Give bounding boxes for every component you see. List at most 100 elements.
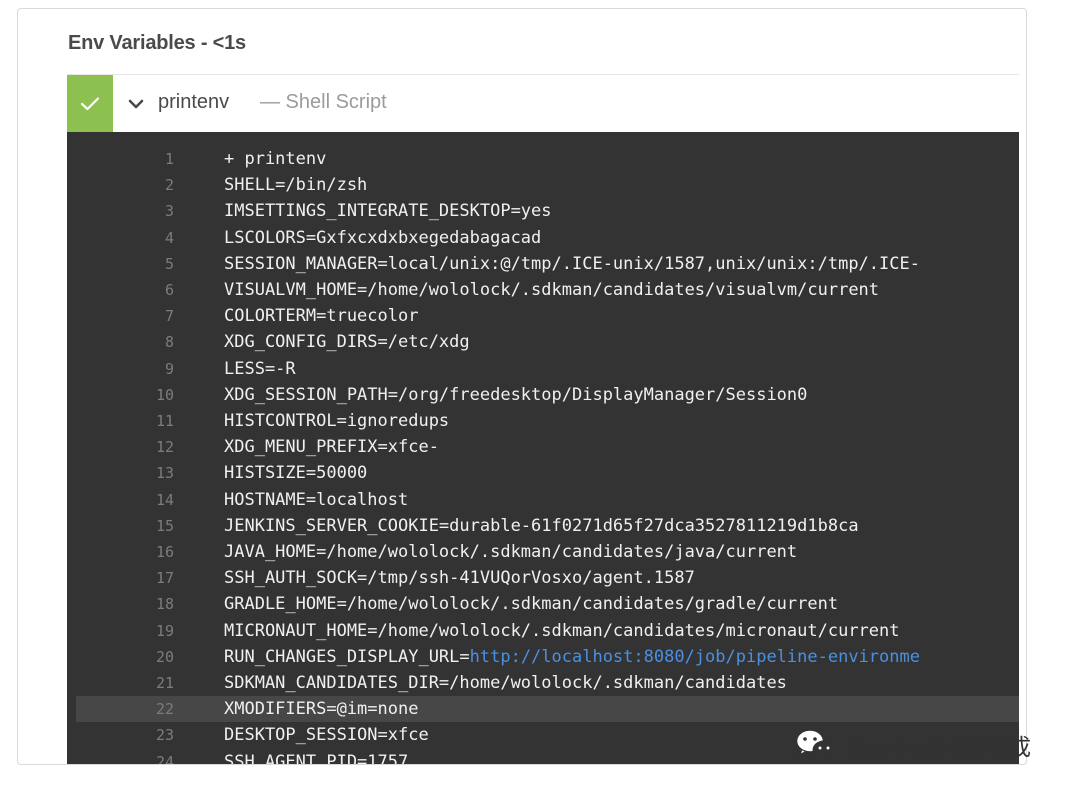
line-number[interactable]: 4: [142, 225, 174, 251]
log-line: 10 XDG_SESSION_PATH=/org/freedesktop/Disp…: [67, 382, 1019, 408]
line-number[interactable]: 11: [142, 408, 174, 434]
log-line: 8 XDG_CONFIG_DIRS=/etc/xdg: [67, 329, 1019, 355]
log-text: IMSETTINGS_INTEGRATE_DESKTOP=yes: [224, 198, 552, 224]
line-number[interactable]: 3: [142, 198, 174, 224]
log-text-value: GRADLE_HOME=/home/wololock/.sdkman/candi…: [224, 594, 839, 615]
log-text: JAVA_HOME=/home/wololock/.sdkman/candida…: [224, 539, 797, 565]
step-name: printenv: [158, 91, 230, 113]
log-text-value: JENKINS_SERVER_COOKIE=durable-61f0271d65…: [224, 515, 859, 536]
log-text: HISTCONTROL=ignoredups: [224, 408, 449, 434]
log-line: 11 HISTCONTROL=ignoredups: [67, 408, 1019, 434]
log-text: GRADLE_HOME=/home/wololock/.sdkman/candi…: [224, 591, 838, 617]
line-number[interactable]: 24: [142, 749, 174, 764]
line-number[interactable]: 9: [142, 356, 174, 382]
check-icon: [80, 97, 100, 111]
log-text: HOSTNAME=localhost: [224, 487, 408, 513]
log-line: 19 MICRONAUT_HOME=/home/wololock/.sdkman/…: [67, 618, 1019, 644]
line-number[interactable]: 1: [142, 146, 174, 172]
log-line: 16 JAVA_HOME=/home/wololock/.sdkman/candi…: [67, 539, 1019, 565]
log-text-value: SESSION_MANAGER=local/unix:@/tmp/.ICE-un…: [224, 253, 920, 274]
status-success-badge: [67, 75, 113, 133]
line-number[interactable]: 23: [142, 722, 174, 748]
log-line: 2 SHELL=/bin/zsh: [67, 172, 1019, 198]
line-number[interactable]: 22: [142, 696, 174, 722]
log-line: 4 LSCOLORS=Gxfxcxdxbxegedabagacad: [67, 225, 1019, 251]
line-number[interactable]: 2: [142, 172, 174, 198]
log-text: MICRONAUT_HOME=/home/wololock/.sdkman/ca…: [224, 618, 900, 644]
line-number[interactable]: 7: [142, 303, 174, 329]
line-number[interactable]: 20: [142, 644, 174, 670]
line-number[interactable]: 13: [142, 460, 174, 486]
line-number[interactable]: 14: [142, 487, 174, 513]
log-text-value: SSH_AGENT_PID=1757: [224, 751, 409, 765]
log-text-value: HISTSIZE=50000: [224, 463, 368, 484]
log-text: SSH_AGENT_PID=1757: [224, 749, 409, 765]
line-number[interactable]: 10: [142, 382, 174, 408]
line-number[interactable]: 16: [142, 539, 174, 565]
log-text-value: LSCOLORS=Gxfxcxdxbxegedabagacad: [224, 227, 542, 248]
step-header[interactable]: printenv — Shell Script: [67, 74, 1019, 133]
line-number[interactable]: 8: [142, 329, 174, 355]
log-text-value: DESKTOP_SESSION=xfce: [224, 725, 429, 746]
line-number[interactable]: 17: [142, 565, 174, 591]
log-text-value: XDG_CONFIG_DIRS=/etc/xdg: [224, 332, 470, 353]
log-text-value: RUN_CHANGES_DISPLAY_URL=: [224, 646, 470, 667]
log-line: 14 HOSTNAME=localhost: [67, 487, 1019, 513]
log-text-value: MICRONAUT_HOME=/home/wololock/.sdkman/ca…: [224, 620, 900, 641]
log-line: 12 XDG_MENU_PREFIX=xfce-: [67, 434, 1019, 460]
log-line: 20 RUN_CHANGES_DISPLAY_URL=http://localho…: [67, 644, 1019, 670]
log-text: XDG_MENU_PREFIX=xfce-: [224, 434, 439, 460]
log-line: 1 + printenv: [67, 146, 1019, 172]
log-text: + printenv: [224, 146, 326, 172]
log-text-value: HISTCONTROL=ignoredups: [224, 411, 450, 431]
log-line: 9 LESS=-R: [67, 356, 1019, 382]
log-text: XDG_CONFIG_DIRS=/etc/xdg: [224, 329, 470, 355]
log-text-value: VISUALVM_HOME=/home/wololock/.sdkman/can…: [224, 280, 880, 300]
log-text: SESSION_MANAGER=local/unix:@/tmp/.ICE-un…: [224, 251, 920, 277]
log-text: SDKMAN_CANDIDATES_DIR=/home/wololock/.sd…: [224, 670, 787, 696]
line-number[interactable]: 6: [142, 277, 174, 303]
log-text: LSCOLORS=Gxfxcxdxbxegedabagacad: [224, 225, 541, 251]
log-text: SHELL=/bin/zsh: [224, 172, 367, 198]
log-text-value: LESS=-R: [224, 358, 296, 379]
log-text: VISUALVM_HOME=/home/wololock/.sdkman/can…: [224, 277, 879, 303]
log-text: DESKTOP_SESSION=xfce: [224, 722, 429, 748]
log-text-value: XDG_MENU_PREFIX=xfce-: [224, 437, 439, 458]
log-text: HISTSIZE=50000: [224, 460, 367, 486]
log-text-value: SSH_AUTH_SOCK=/tmp/ssh-41VUQorVosxo/agen…: [224, 568, 695, 589]
log-line: 17 SSH_AUTH_SOCK=/tmp/ssh-41VUQorVosxo/ag…: [67, 565, 1019, 591]
log-text-value: + printenv: [224, 149, 327, 169]
log-text-value: SDKMAN_CANDIDATES_DIR=/home/wololock/.sd…: [224, 673, 787, 693]
log-line: 5 SESSION_MANAGER=local/unix:@/tmp/.ICE-u…: [67, 251, 1019, 277]
chevron-down-icon[interactable]: [128, 97, 144, 111]
line-number[interactable]: 15: [142, 513, 174, 539]
log-link[interactable]: http://localhost:8080/job/pipeline-envir…: [470, 647, 920, 667]
log-line: 18 GRADLE_HOME=/home/wololock/.sdkman/can…: [67, 591, 1019, 617]
log-text-value: XMODIFIERS=@im=none: [224, 699, 419, 720]
step-card: Env Variables - <1s printenv — Shell Scr…: [17, 8, 1027, 765]
line-number[interactable]: 19: [142, 618, 174, 644]
log-line: 13 HISTSIZE=50000: [67, 460, 1019, 486]
log-line: 6 VISUALVM_HOME=/home/wololock/.sdkman/ca…: [67, 277, 1019, 303]
line-number[interactable]: 21: [142, 670, 174, 696]
step-title: Env Variables - <1s: [68, 32, 246, 54]
log-text-value: COLORTERM=truecolor: [224, 306, 419, 327]
log-text-value: SHELL=/bin/zsh: [224, 175, 368, 196]
log-text-value: IMSETTINGS_INTEGRATE_DESKTOP=yes: [224, 201, 552, 222]
log-text: SSH_AUTH_SOCK=/tmp/ssh-41VUQorVosxo/agen…: [224, 565, 695, 591]
line-number[interactable]: 18: [142, 591, 174, 617]
log-text: LESS=-R: [224, 356, 296, 382]
log-text-value: JAVA_HOME=/home/wololock/.sdkman/candida…: [224, 542, 798, 562]
log-line: 7 COLORTERM=truecolor: [67, 303, 1019, 329]
log-text-value: XDG_SESSION_PATH=/org/freedesktop/Displa…: [224, 384, 808, 405]
log-text: JENKINS_SERVER_COOKIE=durable-61f0271d65…: [224, 513, 859, 539]
step-description: — Shell Script: [260, 91, 387, 113]
line-number[interactable]: 5: [142, 251, 174, 277]
log-text: COLORTERM=truecolor: [224, 303, 418, 329]
wechat-icon: [794, 728, 836, 761]
line-number[interactable]: 12: [142, 434, 174, 460]
watermark-text: DevOps持续集成: [847, 735, 1032, 761]
log-text-value: HOSTNAME=localhost: [224, 489, 409, 510]
console-output[interactable]: 1 + printenv 2 SHELL=/bin/zsh 3 IMSETTINGS_IN…: [67, 132, 1019, 765]
watermark: DevOps持续集成: [793, 727, 1031, 763]
